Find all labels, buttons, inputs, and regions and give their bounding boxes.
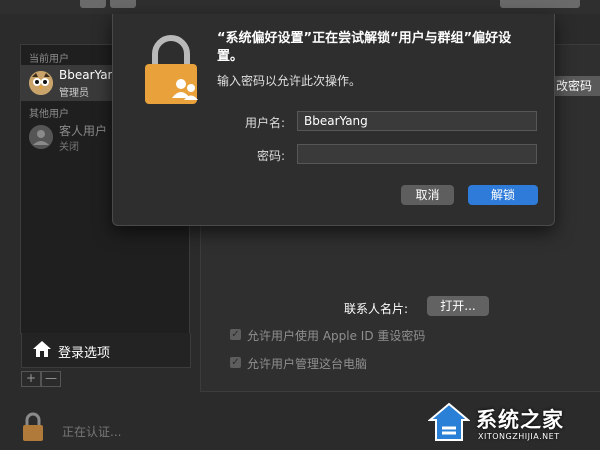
checkbox-checked-icon: ✓ [230,357,241,368]
checkbox-checked-icon: ✓ [230,329,241,340]
watermark: 系统之家 XITONGZHIJIA.NET [428,400,598,448]
password-label: 密码: [256,149,285,163]
search-field[interactable] [500,0,580,8]
password-field[interactable] [297,144,537,164]
login-options-item[interactable]: 登录选项 [21,333,191,368]
dialog-title: “系统偏好设置”正在尝试解锁“用户与群组”偏好设置。 [217,31,512,64]
remove-user-button[interactable]: — [41,371,61,387]
admin-label: 允许用户管理这台电脑 [247,357,368,371]
change-password-button[interactable]: 改密码 [550,76,600,96]
back-button[interactable] [80,0,106,8]
watermark-url: XITONGZHIJIA.NET [478,432,560,441]
username-field[interactable] [297,111,537,131]
other-users-header: 其他用户 [29,109,69,120]
current-users-header: 当前用户 [29,54,69,65]
contact-card-label: 联系人名片: [344,302,409,316]
username-label: 用户名: [244,116,285,130]
house-icon [33,341,51,357]
unlock-dialog: “系统偏好设置”正在尝试解锁“用户与群组”偏好设置。 输入密码以允许此次操作。 … [112,14,555,226]
cancel-button[interactable]: 取消 [401,185,454,205]
forward-button[interactable] [110,0,136,8]
dialog-subtitle: 输入密码以允许此次操作。 [217,74,362,88]
guest-user-name: 客人用户 [59,124,108,138]
lock-users-icon [145,35,198,104]
window-toolbar [0,0,600,14]
lock-icon[interactable] [22,412,44,442]
add-user-button[interactable]: + [21,371,41,387]
current-user-role: 管理员 [59,88,89,99]
apple-id-reset-label: 允许用户使用 Apple ID 重设密码 [247,329,426,343]
owl-avatar-icon [29,71,53,95]
login-options-label: 登录选项 [58,346,111,361]
authenticating-status: 正在认证... [62,425,122,439]
open-contact-card-button[interactable]: 打开... [427,296,489,316]
guest-user-role: 关闭 [59,142,79,153]
person-icon [29,125,53,149]
house-logo-icon [428,402,470,441]
watermark-text: 系统之家 [476,408,564,432]
unlock-button[interactable]: 解锁 [468,185,538,205]
